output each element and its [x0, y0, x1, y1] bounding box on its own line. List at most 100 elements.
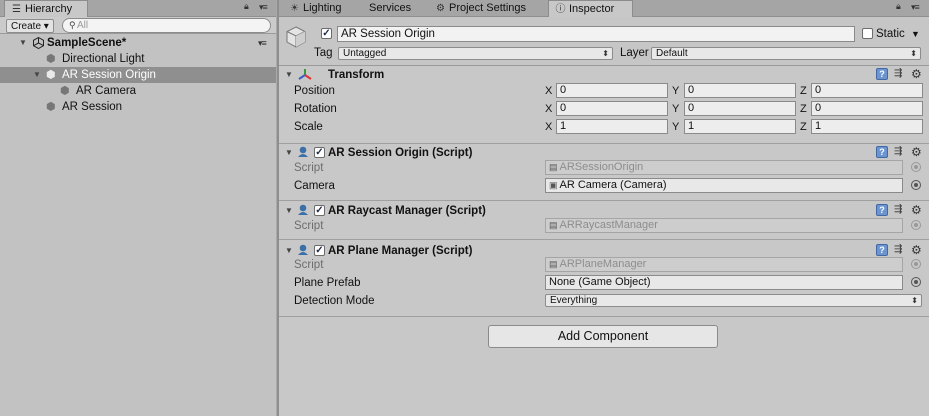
position-x-field[interactable]: 0 [556, 83, 668, 98]
object-name-field[interactable]: AR Session Origin [337, 26, 855, 42]
scale-label: Scale [294, 121, 323, 133]
script-file-icon: ▤ [549, 162, 558, 172]
static-checkbox[interactable] [862, 28, 873, 39]
rotation-z-field[interactable]: 0 [811, 101, 923, 116]
fold-arrow-icon[interactable]: ▼ [285, 67, 293, 83]
object-picker-icon [911, 259, 921, 269]
tag-dropdown[interactable]: Untagged ⬍ [338, 47, 613, 60]
static-label: Static [876, 28, 905, 40]
gear-icon: ⚙ [436, 3, 445, 14]
camera-label: Camera [294, 180, 335, 192]
search-icon: ⚲ [69, 20, 76, 30]
position-z-field[interactable]: 0 [811, 83, 923, 98]
gameobject-cube-icon: ⬢ [46, 69, 56, 81]
script-label: Script [294, 220, 324, 232]
script-label: Script [294, 162, 324, 174]
rotation-x-field[interactable]: 0 [556, 101, 668, 116]
help-icon[interactable]: ? [876, 244, 888, 256]
inspector-panel: ☀ Lighting Services ⚙ Project Settings ⓘ In… [279, 0, 929, 416]
hierarchy-item-directional-light[interactable]: ⬢ Directional Light [0, 51, 276, 67]
fold-arrow-icon[interactable]: ▼ [285, 243, 293, 259]
plane-prefab-label: Plane Prefab [294, 277, 361, 289]
gear-icon[interactable]: ⚙ [911, 204, 922, 216]
ar-session-origin-component: ▼ ✓ AR Session Origin (Script) ? ⇶ ⚙ Scr… [279, 144, 929, 201]
hierarchy-toolbar: Create ▾ ⚲ All [0, 17, 276, 34]
tag-label: Tag [314, 47, 333, 59]
expand-arrow-icon[interactable]: ▼ [33, 67, 41, 83]
create-button[interactable]: Create ▾ [6, 19, 54, 33]
scale-z-field[interactable]: 1 [811, 119, 923, 134]
scene-name: SampleScene* [47, 37, 127, 49]
fold-arrow-icon[interactable]: ▼ [285, 145, 293, 161]
expand-arrow-icon[interactable]: ▼ [19, 35, 27, 51]
tab-services[interactable]: Services [363, 0, 433, 17]
layer-dropdown[interactable]: Default ⬍ [651, 47, 921, 60]
script-reference-field: ▤ ARSessionOrigin [545, 160, 903, 175]
tab-lighting[interactable]: ☀ Lighting [283, 0, 363, 17]
lightbulb-icon: ☀ [290, 3, 299, 14]
preset-sliders-icon[interactable]: ⇶ [894, 68, 902, 80]
plane-prefab-field[interactable]: None (Game Object) [545, 275, 903, 290]
help-icon[interactable]: ? [876, 68, 888, 80]
help-icon[interactable]: ? [876, 146, 888, 158]
scale-x-field[interactable]: 1 [556, 119, 668, 134]
fold-arrow-icon[interactable]: ▼ [285, 203, 293, 219]
position-label: Position [294, 85, 335, 97]
script-reference-field: ▤ ARRaycastManager [545, 218, 903, 233]
camera-icon: ▣ [549, 180, 558, 190]
help-icon[interactable]: ? [876, 204, 888, 216]
active-checkbox[interactable]: ✓ [321, 28, 332, 39]
gameobject-header: ✓ AR Session Origin Static ▼ Tag Untagge… [279, 17, 929, 66]
static-dropdown-arrow-icon[interactable]: ▼ [911, 27, 920, 41]
object-picker-icon[interactable] [911, 180, 921, 190]
scale-y-field[interactable]: 1 [684, 119, 796, 134]
component-title: AR Plane Manager (Script) [328, 245, 473, 257]
detection-mode-label: Detection Mode [294, 295, 375, 307]
add-component-button[interactable]: Add Component [488, 325, 718, 348]
component-enabled-checkbox[interactable]: ✓ [314, 205, 325, 216]
panel-menu-icon[interactable]: ▾≡ [259, 3, 269, 12]
script-reference-field: ▤ ARPlaneManager [545, 257, 903, 272]
info-icon: ⓘ [555, 4, 566, 15]
tab-hierarchy[interactable]: ☰ Hierarchy [4, 0, 88, 17]
camera-reference-field[interactable]: ▣ AR Camera (Camera) [545, 178, 903, 193]
component-enabled-checkbox[interactable]: ✓ [314, 245, 325, 256]
gear-icon[interactable]: ⚙ [911, 68, 922, 80]
lock-icon[interactable]: 🔒︎ [244, 2, 253, 11]
scene-row[interactable]: ▼ SampleScene* ▾≡ [0, 35, 276, 51]
lock-icon[interactable]: 🔒︎ [896, 2, 905, 11]
tab-project-settings[interactable]: ⚙ Project Settings [429, 0, 549, 17]
script-file-icon: ▤ [549, 259, 558, 269]
rotation-y-field[interactable]: 0 [684, 101, 796, 116]
gameobject-cube-icon: ⬢ [46, 53, 56, 65]
tab-inspector[interactable]: ⓘ Inspector [548, 0, 633, 17]
panel-menu-icon[interactable]: ▾≡ [911, 3, 921, 12]
rotation-label: Rotation [294, 103, 337, 115]
preset-sliders-icon[interactable]: ⇶ [894, 204, 902, 216]
hierarchy-panel: ☰ Hierarchy 🔒︎ ▾≡ Create ▾ ⚲ All ▼ Sample… [0, 0, 276, 416]
transform-component: ▼ Transform ? ⇶ ⚙ Position X 0 Y 0 Z 0 R… [279, 66, 929, 144]
detection-mode-dropdown[interactable]: Everything ⬍ [545, 294, 922, 307]
gameobject-cube-icon: ⬢ [60, 85, 70, 97]
component-enabled-checkbox[interactable]: ✓ [314, 147, 325, 158]
gameobject-cube-icon: ⬢ [46, 101, 56, 113]
hierarchy-search-input[interactable]: ⚲ All [62, 18, 271, 33]
gear-icon[interactable]: ⚙ [911, 244, 922, 256]
gear-icon[interactable]: ⚙ [911, 146, 922, 158]
dropdown-arrow-icon: ⬍ [602, 49, 609, 58]
ar-plane-manager-component: ▼ ✓ AR Plane Manager (Script) ? ⇶ ⚙ Scri… [279, 242, 929, 317]
preset-sliders-icon[interactable]: ⇶ [894, 244, 902, 256]
hierarchy-item-ar-camera[interactable]: ⬢ AR Camera [0, 83, 276, 99]
inspector-tab-bar: ☀ Lighting Services ⚙ Project Settings ⓘ In… [279, 0, 929, 17]
scene-menu-icon[interactable]: ▾≡ [258, 39, 268, 48]
object-picker-icon[interactable] [911, 277, 921, 287]
hierarchy-item-ar-session-origin[interactable]: ▼ ⬢ AR Session Origin [0, 67, 276, 83]
hierarchy-item-ar-session[interactable]: ⬢ AR Session [0, 99, 276, 115]
preset-sliders-icon[interactable]: ⇶ [894, 146, 902, 158]
position-y-field[interactable]: 0 [684, 83, 796, 98]
script-icon [297, 204, 309, 216]
dropdown-arrow-icon: ⬍ [910, 49, 917, 58]
script-icon [297, 244, 309, 256]
unity-scene-icon [33, 36, 44, 50]
dropdown-arrow-icon: ⬍ [911, 296, 918, 305]
